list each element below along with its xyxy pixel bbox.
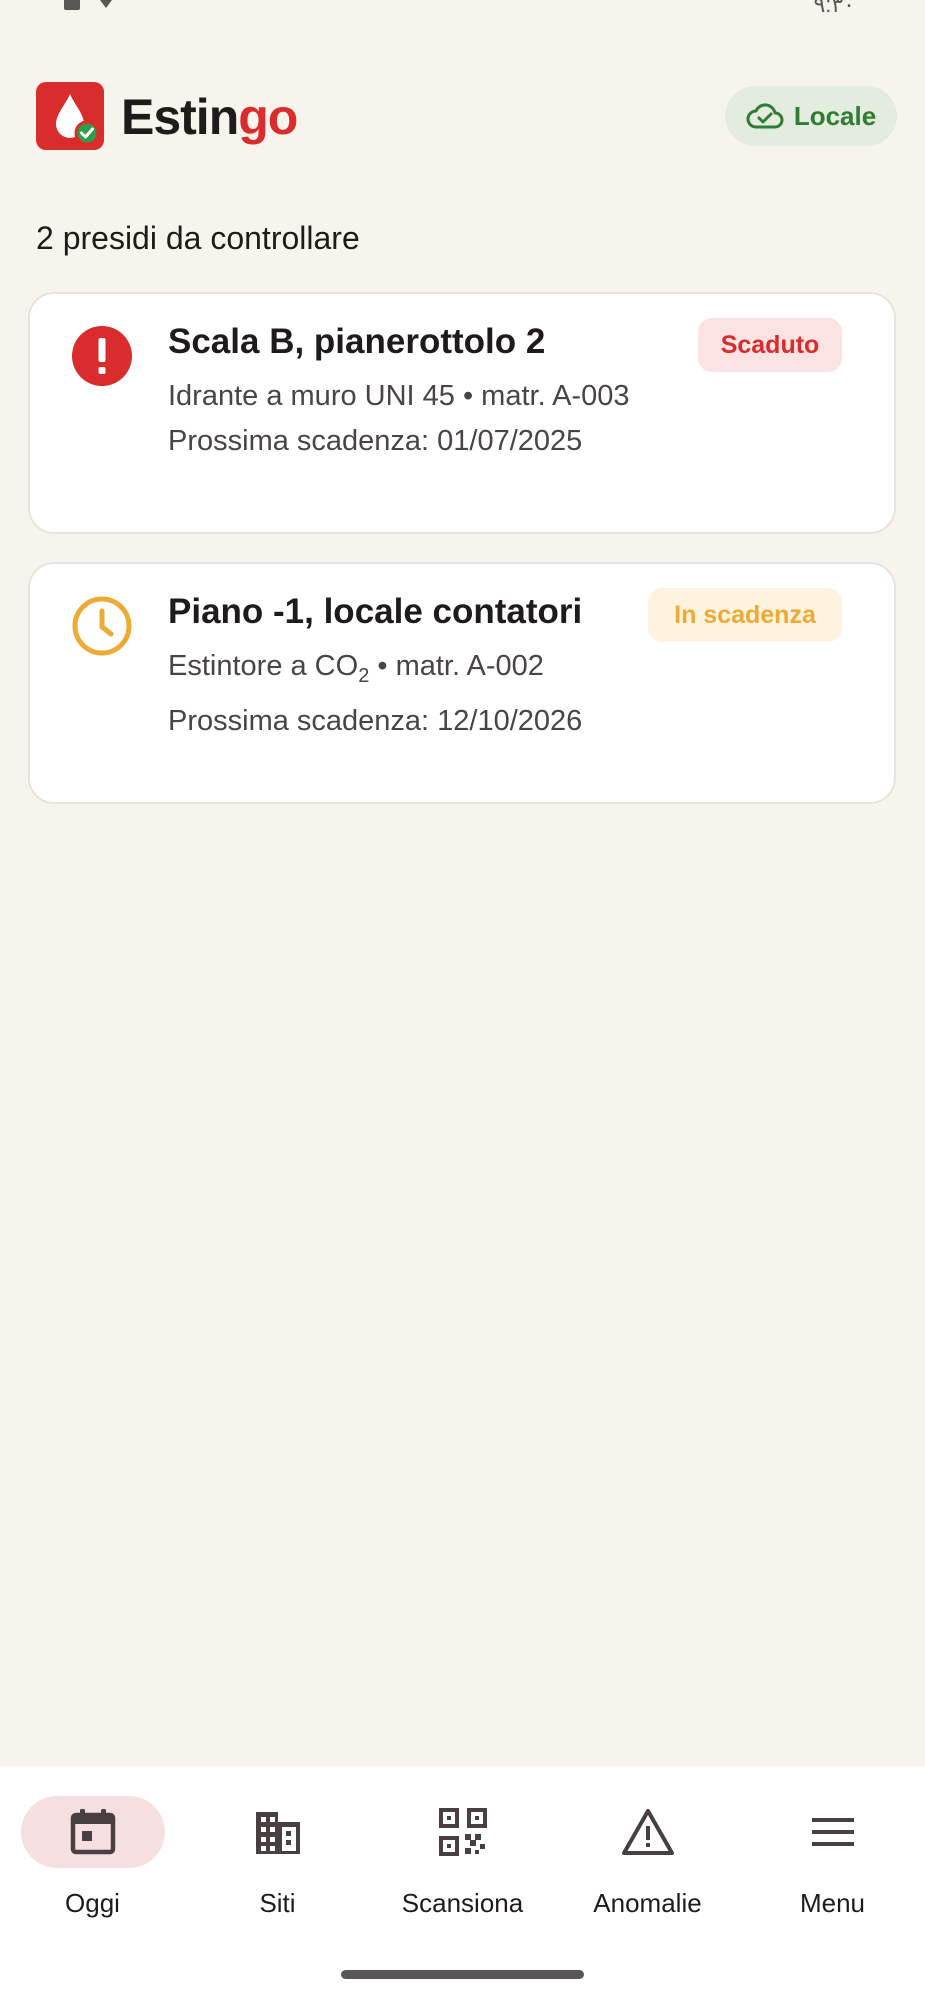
card-due-date: Prossima scadenza: 12/10/2026 [168,704,583,737]
status-badge: Scaduto [698,318,842,372]
inspection-card[interactable]: Scala B, pianerottolo 2 Idrante a muro U… [28,292,896,534]
status-icons [64,0,118,10]
app-logo [36,82,104,150]
section-title: 2 presidi da controllare [36,220,360,256]
sync-chip-label: Locale [793,100,877,131]
nav-label: Menu [799,1888,866,1918]
clock-icon [72,596,132,656]
warning-icon [621,1809,674,1855]
nav-label: Anomalie [593,1888,702,1918]
nav-label: Siti [259,1888,296,1918]
nav-label: Oggi [65,1888,120,1918]
card-equipment: Idrante a muro UNI 45 • matr. A-003 [168,380,630,412]
nav-item-oggi[interactable]: Oggi [0,1796,185,1926]
card-equipment: Estintore a CO2 • matr. A-002 [168,650,544,687]
home-indicator[interactable] [341,1970,584,1979]
inspection-card[interactable]: Piano -1, locale contatori Estintore a C… [28,562,896,804]
nav-label: Scansiona [401,1888,524,1918]
card-title: Scala B, pianerottolo 2 [168,322,546,361]
status-time: ٩:٣٠ [813,0,855,17]
building-icon [255,1812,300,1854]
card-due-date: Prossima scadenza: 01/07/2025 [168,425,583,457]
nav-item-siti[interactable]: Siti [185,1796,370,1926]
status-badge: In scadenza [648,588,842,642]
menu-icon [811,1818,854,1846]
battery-icon [64,0,80,10]
status-bar: ٩:٣٠ [0,0,925,20]
nav-item-menu[interactable]: Menu [740,1796,925,1926]
sync-status-chip[interactable]: Locale [725,86,897,146]
cloud-check-icon [746,103,784,129]
card-details: Estintore a CO2 • matr. A-002 Prossima s… [168,644,628,744]
calendar-icon [70,1809,115,1855]
card-details: Idrante a muro UNI 45 • matr. A-003 Pros… [168,374,638,464]
app-name: Estingo [121,89,298,145]
error-icon [72,326,132,386]
nav-item-scansiona[interactable]: Scansiona [370,1796,555,1926]
bottom-navigation: Oggi Siti Scansiona Anomalie Menu [0,1766,925,2000]
card-title: Piano -1, locale contatori [168,592,583,631]
signal-icon [94,0,118,8]
nav-item-anomalie[interactable]: Anomalie [555,1796,740,1926]
qr-code-icon [438,1808,487,1856]
app-header: Estingo Locale [0,80,925,152]
